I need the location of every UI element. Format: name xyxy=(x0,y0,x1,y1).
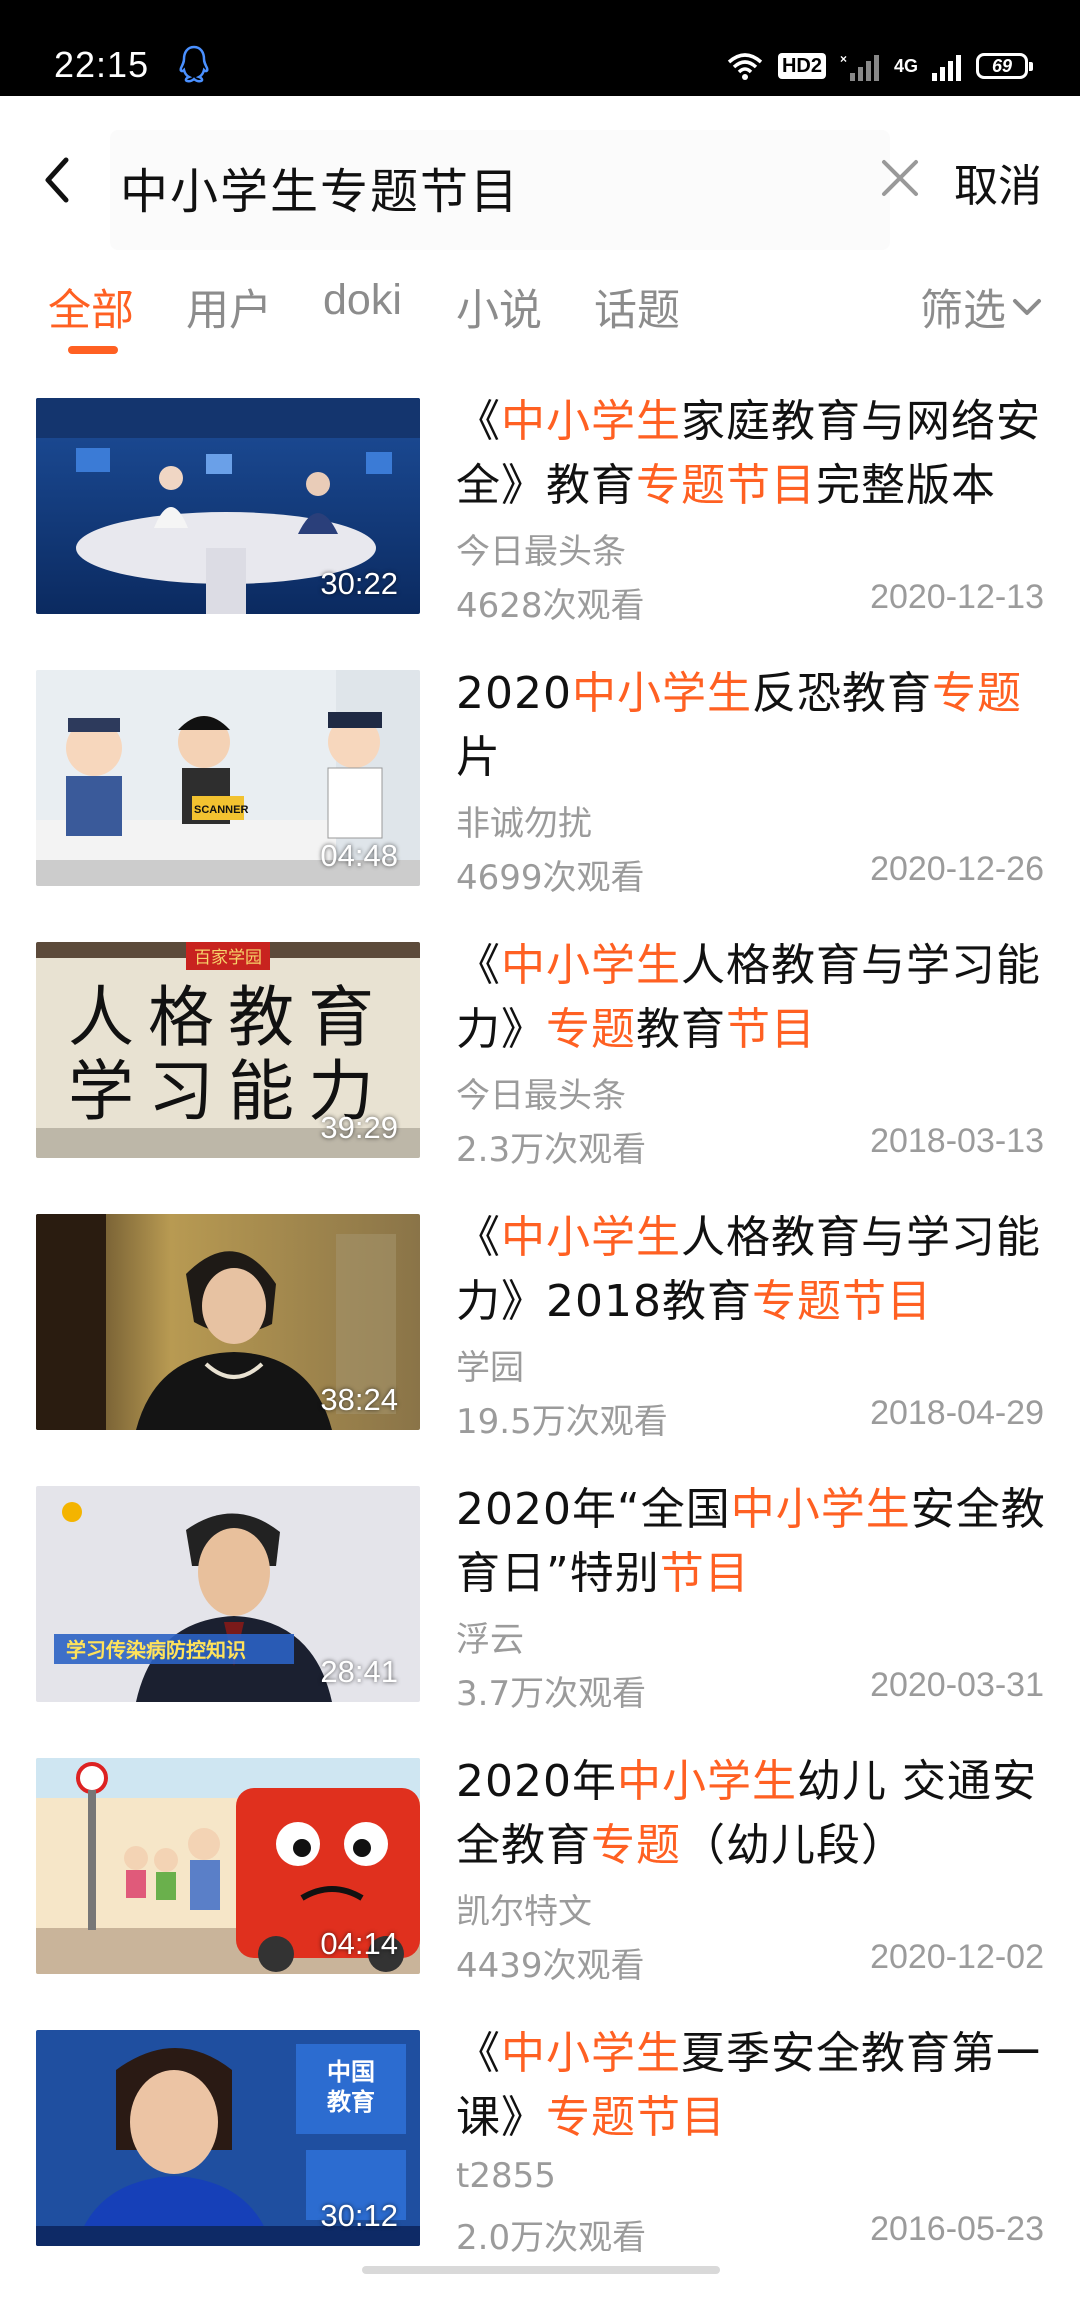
filter-label: 筛选 xyxy=(920,286,1006,336)
network-type-label: 4G xyxy=(893,56,918,76)
signal-sim1-icon: × xyxy=(840,52,879,81)
video-thumbnail[interactable]: 30:22 xyxy=(36,398,420,614)
video-title[interactable]: 2020年“全国中小学生安全教育日”特别节目 xyxy=(456,1478,1046,1606)
search-input[interactable]: 中小学生专题节目 xyxy=(110,130,890,250)
video-title[interactable]: 《中小学生人格教育与学习能力》2018教育专题节目 xyxy=(456,1206,1046,1334)
video-thumbnail[interactable]: 中国 教育 30:12 xyxy=(36,2030,420,2246)
video-thumbnail[interactable]: SCANNER 04:48 xyxy=(36,670,420,886)
status-bar: 22:15 HD2 × 4G 69 xyxy=(0,0,1080,96)
search-tabs: 全部 用户 doki 小说 话题 筛选 xyxy=(0,270,1080,360)
scanner-label: SCANNER xyxy=(194,804,248,816)
video-title[interactable]: 2020中小学生反恐教育专题片 xyxy=(456,662,1046,790)
back-arrow-icon[interactable] xyxy=(36,150,76,210)
view-count: 2.0万次观看 xyxy=(456,2218,647,2258)
video-duration: 04:48 xyxy=(320,838,398,873)
video-duration: 38:24 xyxy=(320,1382,398,1417)
view-count: 4628次观看 xyxy=(456,586,645,626)
tab-novels[interactable]: 小说 xyxy=(456,276,542,338)
view-count: 4699次观看 xyxy=(456,858,645,898)
view-count: 3.7万次观看 xyxy=(456,1674,647,1714)
uploader-name: 今日最头条 xyxy=(456,1076,626,1116)
battery-icon: 69 xyxy=(976,53,1033,79)
status-time: 22:15 xyxy=(54,44,150,85)
view-count: 19.5万次观看 xyxy=(456,1402,668,1442)
video-duration: 28:41 xyxy=(320,1654,398,1689)
upload-date: 2018-03-13 xyxy=(870,1122,1044,1160)
video-title[interactable]: 《中小学生夏季安全教育第一课》专题节目 xyxy=(456,2022,1046,2150)
signal-sim2-icon xyxy=(932,55,961,81)
video-result-item[interactable]: 38:24 《中小学生人格教育与学习能力》2018教育专题节目 学园 19.5万… xyxy=(0,1212,1080,1486)
upload-date: 2020-12-02 xyxy=(870,1938,1044,1976)
cancel-button[interactable]: 取消 xyxy=(954,150,1042,214)
tab-doki[interactable]: doki xyxy=(323,276,402,325)
search-query-text: 中小学生专题节目 xyxy=(120,164,521,220)
logo-line1: 中国 xyxy=(327,2058,375,2086)
clear-search-icon[interactable] xyxy=(880,158,920,198)
thumbnail-badge: 百家学园 xyxy=(194,948,262,968)
upload-date: 2020-12-13 xyxy=(870,578,1044,616)
video-result-item[interactable]: 学习传染病防控知识 28:41 2020年“全国中小学生安全教育日”特别节目 浮… xyxy=(0,1484,1080,1758)
video-title[interactable]: 《中小学生家庭教育与网络安全》教育专题节目完整版本 xyxy=(456,390,1046,518)
wifi-icon xyxy=(727,53,763,80)
active-tab-indicator xyxy=(68,346,118,354)
thumbnail-caption: 学习传染病防控知识 xyxy=(66,1638,246,1662)
video-duration: 04:14 xyxy=(320,1926,398,1961)
uploader-name: 非诚勿扰 xyxy=(456,804,592,844)
video-thumbnail[interactable]: 04:14 xyxy=(36,1758,420,1974)
uploader-name: 浮云 xyxy=(456,1620,524,1660)
logo-line2: 教育 xyxy=(327,2088,375,2116)
uploader-name: 学园 xyxy=(456,1348,524,1388)
video-thumbnail[interactable]: 学习传染病防控知识 28:41 xyxy=(36,1486,420,1702)
qq-notification-icon xyxy=(179,45,209,83)
uploader-name: 今日最头条 xyxy=(456,532,626,572)
view-count: 2.3万次观看 xyxy=(456,1130,647,1170)
video-result-item[interactable]: 中国 教育 30:12 《中小学生夏季安全教育第一课》专题节目 t2855 2.… xyxy=(0,2028,1080,2302)
svg-text:×: × xyxy=(840,52,847,66)
video-duration: 30:12 xyxy=(320,2198,398,2233)
video-result-item[interactable]: 04:14 2020年中小学生幼儿 交通安全教育专题（幼儿段） 凯尔特文 443… xyxy=(0,1756,1080,2030)
uploader-name: t2855 xyxy=(456,2156,556,2196)
video-duration: 30:22 xyxy=(320,566,398,601)
video-thumbnail[interactable]: 38:24 xyxy=(36,1214,420,1430)
upload-date: 2018-04-29 xyxy=(870,1394,1044,1432)
filter-button[interactable]: 筛选 xyxy=(920,276,1042,338)
hd-voice-badge: HD2 xyxy=(777,53,826,79)
uploader-name: 凯尔特文 xyxy=(456,1892,592,1932)
video-result-item[interactable]: 30:22 《中小学生家庭教育与网络安全》教育专题节目完整版本 今日最头条 46… xyxy=(0,396,1080,670)
video-title[interactable]: 2020年中小学生幼儿 交通安全教育专题（幼儿段） xyxy=(456,1750,1046,1878)
tab-topics[interactable]: 话题 xyxy=(594,276,680,338)
tab-all[interactable]: 全部 xyxy=(48,276,134,338)
view-count: 4439次观看 xyxy=(456,1946,645,1986)
battery-level: 69 xyxy=(991,55,1013,76)
video-result-item[interactable]: SCANNER 04:48 2020中小学生反恐教育专题片 非诚勿扰 4699次… xyxy=(0,668,1080,942)
status-indicators: HD2 × 4G 69 xyxy=(726,46,1033,86)
upload-date: 2020-03-31 xyxy=(870,1666,1044,1704)
video-thumbnail[interactable]: 百家学园 人格教育 学习能力 39:29 xyxy=(36,942,420,1158)
upload-date: 2016-05-23 xyxy=(870,2210,1044,2248)
video-result-item[interactable]: 百家学园 人格教育 学习能力 39:29 《中小学生人格教育与学习能力》专题教育… xyxy=(0,940,1080,1214)
video-title[interactable]: 《中小学生人格教育与学习能力》专题教育节目 xyxy=(456,934,1046,1062)
chevron-down-icon xyxy=(1013,299,1041,315)
home-indicator[interactable] xyxy=(362,2266,720,2274)
thumbnail-line1: 人格教育 xyxy=(68,979,388,1056)
tab-users[interactable]: 用户 xyxy=(186,276,272,338)
upload-date: 2020-12-26 xyxy=(870,850,1044,888)
video-duration: 39:29 xyxy=(320,1110,398,1145)
